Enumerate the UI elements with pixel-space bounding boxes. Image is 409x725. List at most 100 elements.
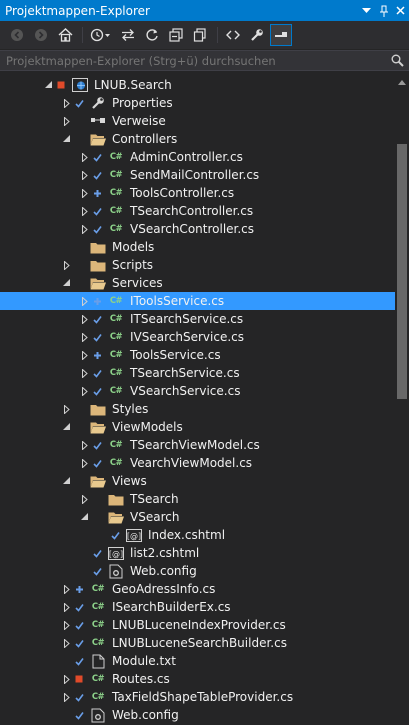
collapsed-arrow-icon[interactable] [80, 310, 89, 328]
checked-in-icon [111, 531, 122, 540]
tree-item[interactable]: Web.config [0, 706, 395, 724]
tree-item[interactable]: Module.txt [0, 652, 395, 670]
collapsed-arrow-icon[interactable] [80, 184, 89, 202]
close-icon[interactable] [392, 0, 409, 21]
tree-item[interactable]: Verweise [0, 112, 395, 130]
pin-icon[interactable] [375, 0, 392, 21]
tree-item[interactable]: C# ISearchBuilderEx.cs [0, 598, 395, 616]
collapsed-arrow-icon[interactable] [62, 112, 71, 130]
tree-item[interactable]: C# LNUBLuceneIndexProvider.cs [0, 616, 395, 634]
tree-item[interactable]: C# VearchViewModel.cs [0, 454, 395, 472]
tree-item[interactable]: Properties [0, 94, 395, 112]
tree-item[interactable]: [@] Index.cshtml [0, 526, 395, 544]
tree-item[interactable]: C# VSearchController.cs [0, 220, 395, 238]
tree-item[interactable]: VSearch [0, 508, 395, 526]
collapsed-arrow-icon[interactable] [62, 400, 71, 418]
tree-item[interactable]: C# AdminController.cs [0, 148, 395, 166]
forward-icon[interactable] [30, 24, 52, 46]
expanded-arrow-icon[interactable] [62, 472, 71, 490]
dropdown-icon[interactable] [358, 0, 375, 21]
tree-item[interactable]: TSearch [0, 490, 395, 508]
collapsed-arrow-icon[interactable] [62, 580, 71, 598]
search-box [0, 50, 409, 71]
back-icon[interactable] [6, 24, 28, 46]
collapsed-arrow-icon[interactable] [80, 328, 89, 346]
sync-icon[interactable] [117, 24, 139, 46]
expanded-arrow-icon[interactable] [44, 76, 53, 94]
search-icon[interactable] [385, 54, 409, 67]
tree-item[interactable]: LNUB.Search [0, 76, 395, 94]
solution-tree: LNUB.Search Properties Verweise Controllers… [0, 76, 395, 725]
tree-item-label: TSearchViewModel.cs [130, 438, 260, 452]
tree-item[interactable]: C# SendMailController.cs [0, 166, 395, 184]
expanded-arrow-icon[interactable] [80, 508, 89, 526]
tree-item[interactable]: [@] list2.cshtml [0, 544, 395, 562]
tree-item[interactable]: Styles [0, 400, 395, 418]
collapsed-arrow-icon[interactable] [80, 436, 89, 454]
collapsed-arrow-icon[interactable] [62, 634, 71, 652]
collapsed-arrow-icon[interactable] [80, 220, 89, 238]
tree-item[interactable]: Services [0, 274, 395, 292]
tree-item[interactable]: C# LNUBLuceneSearchBuilder.cs [0, 634, 395, 652]
collapsed-arrow-icon[interactable] [62, 256, 71, 274]
tree-item[interactable]: C# VSearchService.cs [0, 382, 395, 400]
collapsed-arrow-icon[interactable] [62, 94, 71, 112]
collapsed-arrow-icon[interactable] [62, 688, 71, 706]
home-icon[interactable] [54, 24, 76, 46]
tree-item[interactable]: Scripts [0, 256, 395, 274]
csharp-file-icon: C# [109, 350, 123, 360]
collapsed-arrow-icon[interactable] [80, 166, 89, 184]
expanded-arrow-icon[interactable] [62, 130, 71, 148]
collapsed-arrow-icon[interactable] [80, 454, 89, 472]
tree-item[interactable]: Views [0, 472, 395, 490]
collapsed-arrow-icon[interactable] [80, 346, 89, 364]
title-bar: Projektmappen-Explorer [0, 0, 409, 21]
code-view-icon[interactable] [222, 24, 244, 46]
tree-item-label: ISearchBuilderEx.cs [112, 600, 231, 614]
tree-item[interactable]: C# ToolsService.cs [0, 346, 395, 364]
expanded-arrow-icon[interactable] [62, 418, 71, 436]
history-icon[interactable] [87, 24, 115, 46]
collapsed-arrow-icon[interactable] [62, 598, 71, 616]
tree-item[interactable]: C# ToolsController.cs [0, 184, 395, 202]
tree-item[interactable]: C# TSearchViewModel.cs [0, 436, 395, 454]
tree-item[interactable]: ViewModels [0, 418, 395, 436]
csharp-file-icon: C# [109, 458, 123, 468]
tree-item[interactable]: C# Routes.cs [0, 670, 395, 688]
tree-item[interactable]: C# IToolsService.cs [0, 292, 395, 310]
preview-icon[interactable] [270, 24, 292, 46]
csharp-file-icon: C# [109, 224, 123, 234]
tree-item[interactable]: C# TaxFieldShapeTableProvider.cs [0, 688, 395, 706]
collapse-all-icon[interactable] [165, 24, 187, 46]
expanded-arrow-icon[interactable] [62, 274, 71, 292]
scroll-up-icon[interactable] [395, 74, 409, 90]
tree-item[interactable]: C# ITSearchService.cs [0, 310, 395, 328]
collapsed-arrow-icon[interactable] [80, 364, 89, 382]
vertical-scrollbar[interactable] [395, 72, 409, 725]
config-file-icon [89, 708, 107, 723]
csharp-file-icon: C# [109, 296, 123, 306]
scrollbar-thumb[interactable] [397, 144, 407, 399]
tree-item[interactable]: C# TSearchService.cs [0, 364, 395, 382]
checked-in-icon [93, 171, 104, 180]
copy-icon[interactable] [189, 24, 211, 46]
tree-item[interactable]: Models [0, 238, 395, 256]
search-input[interactable] [0, 51, 385, 70]
collapsed-arrow-icon[interactable] [80, 292, 89, 310]
collapsed-arrow-icon[interactable] [80, 382, 89, 400]
properties-icon[interactable] [246, 24, 268, 46]
collapsed-arrow-icon[interactable] [62, 670, 71, 688]
collapsed-arrow-icon[interactable] [62, 616, 71, 634]
tree-item[interactable]: Controllers [0, 130, 395, 148]
collapsed-arrow-icon[interactable] [80, 148, 89, 166]
tree-item-label: VSearch [130, 510, 180, 524]
refresh-icon[interactable] [141, 24, 163, 46]
collapsed-arrow-icon[interactable] [80, 490, 89, 508]
tree-item[interactable]: Web.config [0, 562, 395, 580]
tree-item[interactable]: C# IVSearchService.cs [0, 328, 395, 346]
tree-item-label: Models [112, 240, 155, 254]
tree-item[interactable]: C# TSearchController.cs [0, 202, 395, 220]
collapsed-arrow-icon[interactable] [80, 202, 89, 220]
tree-item[interactable]: C# GeoAdressInfo.cs [0, 580, 395, 598]
